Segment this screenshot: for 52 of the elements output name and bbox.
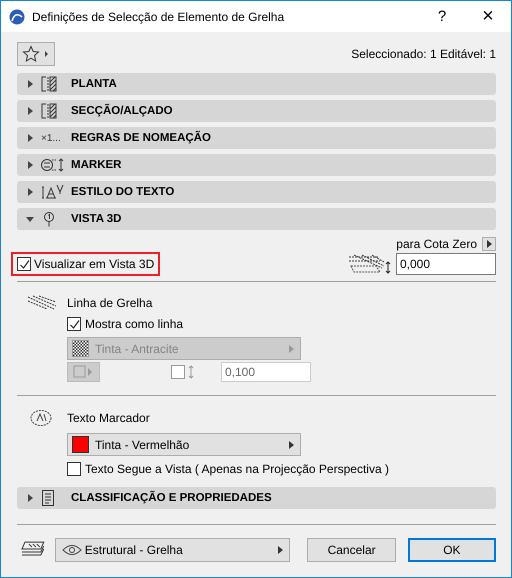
caret-icon <box>26 494 34 502</box>
section-header[interactable]: VISTA 3D <box>17 208 496 230</box>
close-button[interactable]: × <box>465 5 511 28</box>
checkbox-label: Mostra como linha <box>85 317 184 331</box>
help-button[interactable]: ? <box>419 8 465 25</box>
marker-icon <box>41 157 65 173</box>
hatched-panel-icon <box>41 103 57 119</box>
hatched-panel-icon <box>41 76 57 92</box>
checkbox[interactable] <box>17 257 31 271</box>
section-header[interactable]: MARKER <box>17 154 496 176</box>
group-title: Texto Marcador <box>67 411 150 425</box>
favorites-button[interactable] <box>17 42 55 66</box>
grid-lines-icon <box>27 295 57 311</box>
caret-icon <box>277 546 284 554</box>
section-header[interactable]: ×1... REGRAS DE NOMEAÇÃO <box>17 127 496 149</box>
caret-icon <box>288 344 294 352</box>
caret-icon <box>288 440 294 448</box>
checkbox[interactable] <box>67 317 81 331</box>
thickness-icon <box>187 365 195 379</box>
window-title: Definições de Selecção de Elemento de Grelha <box>32 10 286 24</box>
reference-menu-button[interactable] <box>482 237 496 251</box>
caret-icon <box>26 215 34 223</box>
dialog-button[interactable]: OK <box>408 538 496 562</box>
checkbox[interactable] <box>67 462 81 476</box>
section-header[interactable]: SECÇÃO/ALÇADO <box>17 100 496 122</box>
line-type-icon <box>72 365 94 379</box>
dialog-button[interactable]: Cancelar <box>307 538 396 562</box>
caret-icon <box>26 80 34 88</box>
section-header[interactable]: PLANTA <box>17 73 496 95</box>
layer-dropdown[interactable]: Estrutural - Grelha <box>54 538 290 562</box>
reference-label: para Cota Zero <box>396 237 477 251</box>
naming-icon: ×1... <box>41 132 61 144</box>
caret-icon <box>486 240 492 248</box>
grid-elevation-icon <box>348 254 392 274</box>
pin-icon <box>41 211 57 227</box>
group-title: Linha de Grelha <box>67 296 152 310</box>
text-style-icon <box>41 184 65 200</box>
caret-icon <box>26 107 34 115</box>
checkbox-label: Texto Segue a Vista ( Apenas na Projecção Perspectiva ) <box>85 462 389 476</box>
caret-icon <box>26 161 34 169</box>
pen-dropdown[interactable]: Tinta - Vermelhão <box>67 433 301 456</box>
app-logo-icon <box>9 8 25 24</box>
selection-info: Seleccionado: 1 Editável: 1 <box>351 47 496 61</box>
checkbox[interactable] <box>171 365 185 379</box>
document-icon <box>41 490 55 506</box>
section-header[interactable]: CLASSIFICAÇÃO E PROPRIEDADES <box>17 487 496 509</box>
eye-icon <box>62 544 82 556</box>
checkbox-label: Visualizar em Vista 3D <box>34 257 154 271</box>
caret-icon <box>26 188 34 196</box>
elevation-field[interactable]: 0,000 <box>396 253 496 275</box>
section-header[interactable]: ESTILO DO TEXTO <box>17 181 496 203</box>
caret-icon <box>26 134 34 142</box>
